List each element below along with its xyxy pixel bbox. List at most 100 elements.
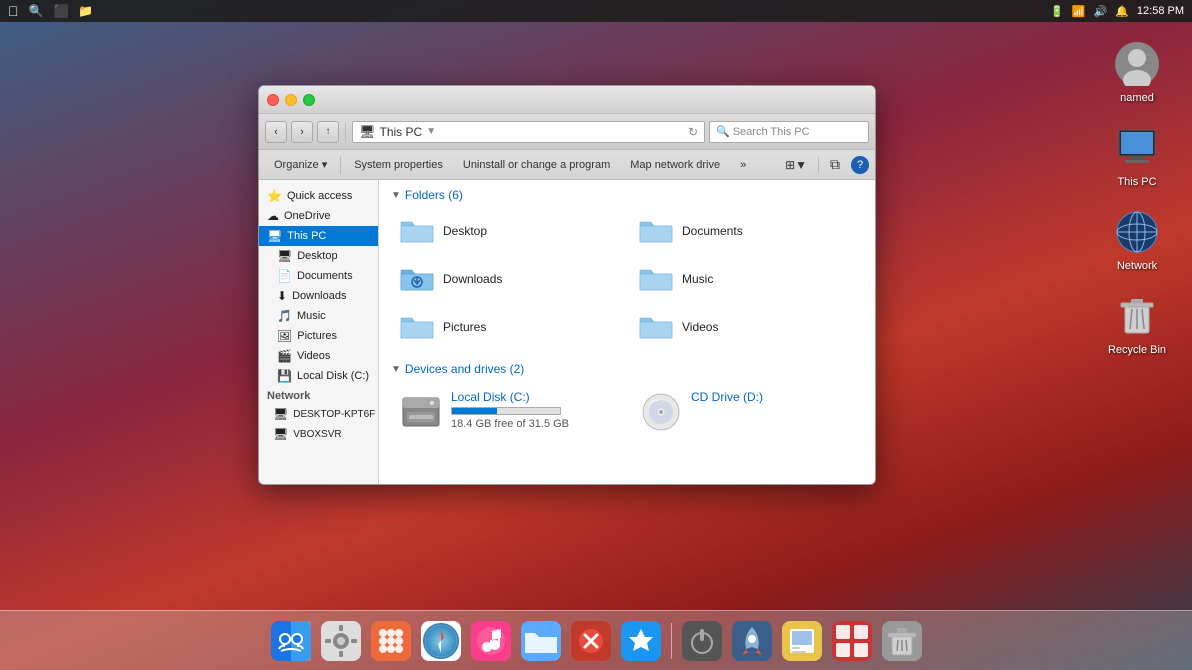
devices-section-header[interactable]: ▼ Devices and drives (2)	[391, 362, 863, 376]
device-item-cd-drive[interactable]: CD Drive (D:)	[631, 384, 863, 440]
more-toolbar-button[interactable]: »	[731, 154, 755, 176]
onedrive-label: OneDrive	[284, 210, 330, 222]
folder-item-downloads[interactable]: Downloads	[391, 258, 624, 300]
dock-item-system-prefs[interactable]	[319, 619, 363, 663]
folder-icon-downloads	[399, 264, 435, 294]
dock-item-launchpad[interactable]	[369, 619, 413, 663]
search-icon: 🔍	[716, 125, 730, 138]
this-pc-icon-label: This PC	[1117, 176, 1156, 188]
top-bar-right: 🔋 📶 🔊 🔔 12:58 PM	[1050, 5, 1184, 18]
dock-item-app-store[interactable]	[619, 619, 663, 663]
dock-item-rocket[interactable]	[730, 619, 774, 663]
pictures-sidebar-label: Pictures	[297, 330, 337, 342]
help-button[interactable]: ?	[851, 156, 869, 174]
folder-item-music[interactable]: Music	[630, 258, 863, 300]
folder-item-videos[interactable]: Videos	[630, 306, 863, 348]
user-icon-label: named	[1120, 92, 1154, 104]
folder-item-documents[interactable]: Documents	[630, 210, 863, 252]
apple-icon[interactable]: 	[8, 3, 19, 19]
folder-item-pictures[interactable]: Pictures	[391, 306, 624, 348]
dock-item-preview[interactable]	[780, 619, 824, 663]
local-disk-size: 18.4 GB free of 31.5 GB	[451, 418, 569, 430]
close-button[interactable]	[267, 94, 279, 106]
music-sidebar-label: Music	[297, 310, 326, 322]
sidebar: ⭐ Quick access ☁ OneDrive 🖥 This PC 🖥 De…	[259, 180, 379, 484]
sidebar-item-pictures[interactable]: 🖼 Pictures	[259, 326, 378, 346]
sidebar-item-music[interactable]: 🎵 Music	[259, 306, 378, 326]
breadcrumb-arrow: ▼	[426, 126, 436, 137]
dock-item-itunes[interactable]	[469, 619, 513, 663]
dock-item-safari[interactable]	[419, 619, 463, 663]
sidebar-item-this-pc[interactable]: 🖥 This PC	[259, 226, 378, 246]
network-icon	[1113, 208, 1161, 256]
spotlight-icon[interactable]: 🔍	[29, 4, 44, 18]
desktop-icon-user[interactable]: named	[1102, 40, 1172, 104]
sidebar-item-local-disk[interactable]: 💾 Local Disk (C:)	[259, 366, 378, 386]
up-button[interactable]: ↑	[317, 121, 339, 143]
view-toggle-button[interactable]: ⊞▼	[776, 154, 816, 176]
dock-item-mosaic[interactable]	[830, 619, 874, 663]
desktop-icon-this-pc[interactable]: This PC	[1102, 124, 1172, 188]
forward-button[interactable]: ›	[291, 121, 313, 143]
devices-grid: Local Disk (C:) 18.4 GB free of 31.5 GB	[391, 384, 863, 440]
desktop-icon-recycle[interactable]: Recycle Bin	[1102, 292, 1172, 356]
desktop-kpt6f-icon: 🖥	[273, 407, 288, 421]
dock-item-trash[interactable]	[880, 619, 924, 663]
downloads-sidebar-label: Downloads	[292, 290, 346, 302]
documents-sidebar-icon: 📄	[277, 269, 292, 283]
organize-button[interactable]: Organize ▾	[265, 154, 336, 176]
maximize-button[interactable]	[303, 94, 315, 106]
system-properties-button[interactable]: System properties	[345, 154, 452, 176]
music-sidebar-icon: 🎵	[277, 309, 292, 323]
top-bar-left:  🔍 ⬛ 📁	[8, 3, 93, 19]
toolbar-sep-1	[340, 156, 341, 174]
folder-name-desktop: Desktop	[443, 224, 487, 238]
uninstall-button[interactable]: Uninstall or change a program	[454, 154, 619, 176]
dock-item-close-app[interactable]	[569, 619, 613, 663]
device-item-local-disk[interactable]: Local Disk (C:) 18.4 GB free of 31.5 GB	[391, 384, 623, 440]
dock-item-folder[interactable]	[519, 619, 563, 663]
back-button[interactable]: ‹	[265, 121, 287, 143]
folder-icon-documents	[638, 216, 674, 246]
folder-name-videos: Videos	[682, 320, 718, 334]
content-pane: ▼ Folders (6) Desktop	[379, 180, 875, 484]
map-network-button[interactable]: Map network drive	[621, 154, 729, 176]
desktop-sidebar-label: Desktop	[297, 250, 337, 262]
minimize-button[interactable]	[285, 94, 297, 106]
downloads-sidebar-icon: ⬇	[277, 289, 287, 303]
videos-sidebar-label: Videos	[297, 350, 330, 362]
breadcrumb-bar[interactable]: 🖥 This PC ▼ ↻	[352, 121, 705, 143]
search-bar[interactable]: 🔍 Search This PC	[709, 121, 869, 143]
sidebar-item-onedrive[interactable]: ☁ OneDrive	[259, 206, 378, 226]
wifi-icon: 📶	[1072, 5, 1086, 18]
recycle-bin-label: Recycle Bin	[1108, 344, 1166, 356]
sidebar-item-documents[interactable]: 📄 Documents	[259, 266, 378, 286]
dock-item-power[interactable]	[680, 619, 724, 663]
sidebar-item-downloads[interactable]: ⬇ Downloads	[259, 286, 378, 306]
toolbar: Organize ▾ System properties Uninstall o…	[259, 150, 875, 180]
folder-item-desktop[interactable]: Desktop	[391, 210, 624, 252]
sidebar-item-videos[interactable]: 🎬 Videos	[259, 346, 378, 366]
storage-bar-fill	[452, 408, 497, 414]
expose-icon[interactable]: ⬛	[53, 4, 68, 18]
desktop-icons: named This PC	[1102, 40, 1172, 356]
desktop:  🔍 ⬛ 📁 🔋 📶 🔊 🔔 12:58 PM named	[0, 0, 1192, 670]
desktop-kpt6f-label: DESKTOP-KPT6F	[293, 409, 375, 420]
sidebar-item-vboxsvr[interactable]: 🖥 VBOXSVR	[259, 424, 378, 444]
sidebar-item-desktop[interactable]: 🖥 Desktop	[259, 246, 378, 266]
dock-item-finder[interactable]	[269, 619, 313, 663]
devices-section-title: Devices and drives (2)	[405, 362, 524, 376]
refresh-icon[interactable]: ↻	[688, 125, 698, 139]
finder-icon-top[interactable]: 📁	[78, 4, 93, 18]
top-menubar:  🔍 ⬛ 📁 🔋 📶 🔊 🔔 12:58 PM	[0, 0, 1192, 22]
network-icon-label: Network	[1117, 260, 1157, 272]
folders-section-header[interactable]: ▼ Folders (6)	[391, 188, 863, 202]
desktop-sidebar-icon: 🖥	[277, 249, 292, 263]
search-placeholder: Search This PC	[733, 126, 810, 138]
sidebar-item-desktop-kpt6f[interactable]: 🖥 DESKTOP-KPT6F	[259, 404, 378, 424]
pane-button[interactable]: ⧉	[821, 154, 849, 176]
sidebar-item-quick-access[interactable]: ⭐ Quick access	[259, 186, 378, 206]
cd-drive-name: CD Drive (D:)	[691, 390, 763, 404]
desktop-icon-network[interactable]: Network	[1102, 208, 1172, 272]
cd-drive-icon	[639, 390, 683, 434]
